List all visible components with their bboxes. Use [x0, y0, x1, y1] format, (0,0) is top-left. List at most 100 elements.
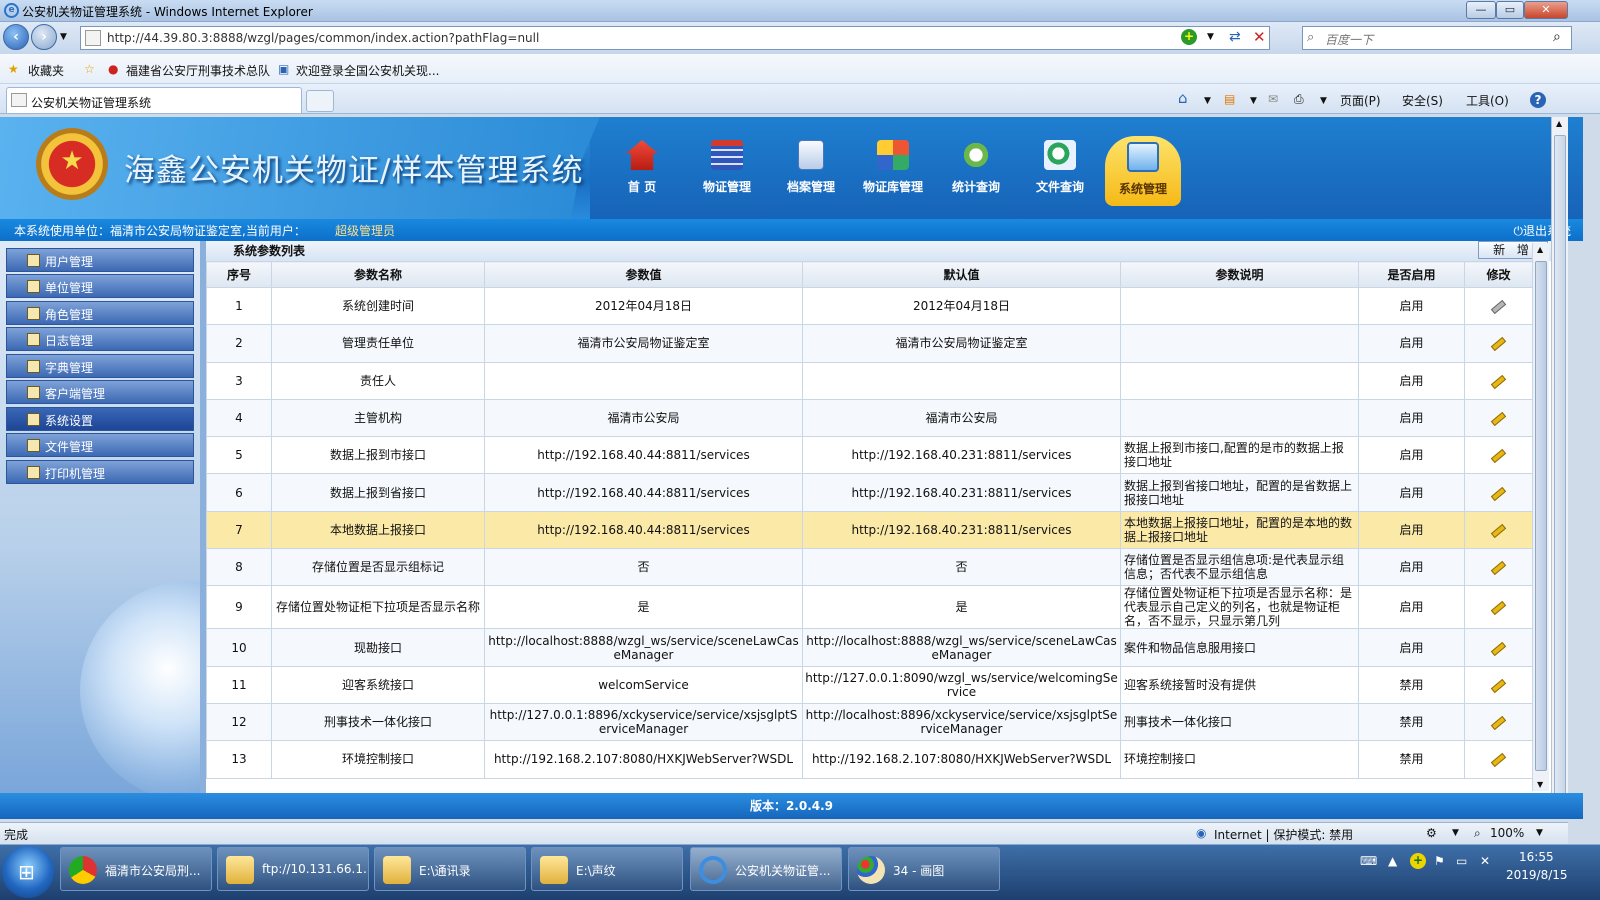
- table-row[interactable]: 7 本地数据上报接口 http://192.168.40.44:8811/servi…: [206, 510, 1533, 550]
- favorite-link-2[interactable]: 欢迎登录全国公安机关现...: [296, 62, 439, 79]
- search-box[interactable]: ⌕ 百度一下 ⌕: [1302, 26, 1572, 50]
- sidebar-item-file-management[interactable]: 文件管理: [6, 433, 194, 457]
- column-header[interactable]: 参数名称: [271, 261, 485, 288]
- print-icon[interactable]: ⎙: [1294, 92, 1304, 107]
- close-button[interactable]: ✕: [1524, 1, 1568, 19]
- taskbar-item-paint[interactable]: 34 - 画图: [848, 847, 1000, 891]
- scroll-up-icon[interactable]: ▲: [1556, 119, 1562, 128]
- sidebar-item-unit-management[interactable]: 单位管理: [6, 274, 194, 298]
- network-icon[interactable]: ▭: [1456, 854, 1467, 868]
- address-dropdown-icon[interactable]: ▼: [1207, 32, 1214, 42]
- scrollbar-thumb[interactable]: [1554, 135, 1566, 799]
- feeds-dropdown-icon[interactable]: ▼: [1250, 96, 1257, 106]
- table-row[interactable]: 8 存储位置是否显示组标记否否存储位置是否显示组信息项:是代表显示组信息；否代表不…: [206, 548, 1533, 587]
- sidebar-item-role-management[interactable]: 角色管理: [6, 301, 194, 325]
- table-row[interactable]: 10 现勘接口 http://localhost:8888/wzgl_ws/serv…: [206, 628, 1533, 667]
- mail-icon[interactable]: ✉: [1268, 92, 1278, 106]
- volume-muted-icon[interactable]: ✕: [1480, 854, 1490, 868]
- clock-time[interactable]: 16:55: [1519, 850, 1554, 864]
- edit-pencil-icon[interactable]: [1490, 561, 1507, 576]
- taskbar-item-contacts[interactable]: E:\通讯录: [374, 847, 526, 891]
- edit-pencil-icon[interactable]: [1490, 601, 1507, 616]
- back-button[interactable]: ‹: [3, 24, 29, 50]
- table-row[interactable]: 13 环境控制接口 http://192.168.2.107:8080/HXKJWe…: [206, 740, 1533, 779]
- nav-file-search[interactable]: 文件查询: [1022, 130, 1098, 206]
- table-row[interactable]: 5 数据上报到市接口 http://192.168.40.44:8811/servi…: [206, 436, 1533, 475]
- edit-pencil-icon[interactable]: [1490, 411, 1507, 427]
- edit-pencil-icon[interactable]: [1490, 337, 1507, 352]
- table-row[interactable]: 11 迎客系统接口 welcomService http://127.0.0.1:80…: [206, 665, 1533, 704]
- action-center-icon[interactable]: ⚑: [1434, 854, 1445, 868]
- table-row[interactable]: 6 数据上报到省接口 http://192.168.40.44:8811/servi…: [206, 473, 1533, 512]
- table-scrollbar[interactable]: ▲ ▼: [1532, 243, 1549, 791]
- table-row[interactable]: 4 主管机构 福清市公安局 福清市公安局 启用: [206, 398, 1533, 438]
- page-menu[interactable]: 页面(P): [1340, 92, 1381, 109]
- maximize-button[interactable]: ▭: [1496, 1, 1524, 19]
- page-scrollbar[interactable]: ▲ ▼: [1551, 117, 1568, 817]
- stop-icon[interactable]: ✕: [1253, 28, 1266, 46]
- edit-pencil-icon[interactable]: [1490, 715, 1507, 731]
- sidebar-item-user-management[interactable]: 用户管理: [6, 248, 194, 272]
- zoom-level[interactable]: 100%: [1490, 826, 1524, 840]
- column-header[interactable]: 修改: [1464, 261, 1533, 288]
- security-dropdown-icon[interactable]: ▼: [1452, 828, 1459, 838]
- edit-pencil-icon[interactable]: [1490, 374, 1507, 389]
- search-icon[interactable]: ⌕: [1553, 29, 1561, 45]
- forward-button[interactable]: ›: [31, 24, 57, 50]
- scrollbar-thumb[interactable]: [1535, 261, 1547, 771]
- nav-archive-management[interactable]: 档案管理: [773, 130, 849, 206]
- table-row[interactable]: 2 管理责任单位 福清市公安局物证鉴定室 福清市公安局物证鉴定室 启用: [206, 324, 1533, 363]
- browser-tab[interactable]: 公安机关物证管理系统: [6, 87, 302, 113]
- favorite-link-1[interactable]: 福建省公安厅刑事技术总队: [126, 62, 270, 79]
- home-icon[interactable]: ⌂: [1178, 89, 1188, 107]
- refresh-icon[interactable]: ⇄: [1229, 29, 1241, 45]
- address-bar[interactable]: http://44.39.80.3:8888/wzgl/pages/common…: [80, 26, 1270, 50]
- print-dropdown-icon[interactable]: ▼: [1320, 96, 1327, 106]
- edit-pencil-icon[interactable]: [1490, 753, 1507, 768]
- home-dropdown-icon[interactable]: ▼: [1204, 96, 1211, 106]
- update-icon[interactable]: +: [1410, 853, 1426, 869]
- compat-icon[interactable]: +: [1181, 29, 1197, 45]
- safety-menu[interactable]: 安全(S): [1402, 92, 1443, 109]
- taskbar-item-ie[interactable]: 公安机关物证管...: [690, 847, 842, 891]
- taskbar-item-ftp[interactable]: ftp://10.131.66.1...: [217, 847, 369, 891]
- nav-statistics[interactable]: 统计查询: [938, 130, 1014, 206]
- tools-menu[interactable]: 工具(O): [1466, 92, 1509, 109]
- nav-system-management[interactable]: 系统管理: [1105, 136, 1181, 206]
- taskbar-item-chrome[interactable]: 福清市公安局刑...: [60, 847, 212, 891]
- scroll-up-icon[interactable]: ▲: [1537, 245, 1543, 254]
- favorites-button[interactable]: 收藏夹: [28, 62, 64, 79]
- table-row[interactable]: 9 存储位置处物证柜下拉项是否显示名称是是存储位置处物证柜下拉项是否显示名称：是代…: [206, 585, 1533, 630]
- zoom-dropdown-icon[interactable]: ▼: [1536, 828, 1543, 838]
- edit-pencil-icon[interactable]: [1490, 449, 1507, 464]
- edit-pencil-icon[interactable]: [1490, 641, 1507, 656]
- scroll-down-icon[interactable]: ▼: [1537, 780, 1543, 789]
- new-tab-button[interactable]: [306, 90, 334, 112]
- sidebar-item-client-management[interactable]: 客户端管理: [6, 380, 194, 404]
- column-header[interactable]: 参数说明: [1120, 261, 1359, 288]
- nav-home[interactable]: 首 页: [604, 130, 680, 206]
- edit-pencil-icon[interactable]: [1490, 486, 1507, 501]
- edit-pencil-icon[interactable]: [1490, 300, 1507, 315]
- nav-evidence-management[interactable]: 物证管理: [689, 130, 765, 206]
- zone-text[interactable]: Internet | 保护模式: 禁用: [1214, 826, 1353, 843]
- sidebar-item-printer-management[interactable]: 打印机管理: [6, 460, 194, 484]
- edit-pencil-icon[interactable]: [1490, 523, 1507, 539]
- history-dropdown-icon[interactable]: ▼: [60, 32, 67, 42]
- feeds-icon[interactable]: ▤: [1224, 92, 1235, 106]
- column-header[interactable]: 序号: [206, 261, 272, 288]
- keyboard-icon[interactable]: ⌨: [1360, 854, 1377, 868]
- sidebar-item-system-settings[interactable]: 系统设置: [6, 407, 194, 431]
- add-favorite-icon[interactable]: ☆: [84, 62, 95, 76]
- taskbar-item-voiceprint[interactable]: E:\声纹: [531, 847, 683, 891]
- column-header[interactable]: 参数值: [484, 261, 803, 288]
- minimize-button[interactable]: —: [1466, 1, 1496, 19]
- table-row[interactable]: 12 刑事技术一体化接口 http://127.0.0.1:8896/xckyser…: [206, 702, 1533, 742]
- security-icon[interactable]: ⚙: [1426, 826, 1437, 840]
- table-row[interactable]: 1 系统创建时间 2012年04月18日 2012年04月18日 启用: [206, 286, 1533, 326]
- column-header[interactable]: 默认值: [802, 261, 1121, 288]
- edit-pencil-icon[interactable]: [1490, 678, 1507, 693]
- show-hidden-icons[interactable]: ▲: [1388, 854, 1397, 868]
- column-header[interactable]: 是否启用: [1358, 261, 1465, 288]
- clock-date[interactable]: 2019/8/15: [1506, 868, 1568, 882]
